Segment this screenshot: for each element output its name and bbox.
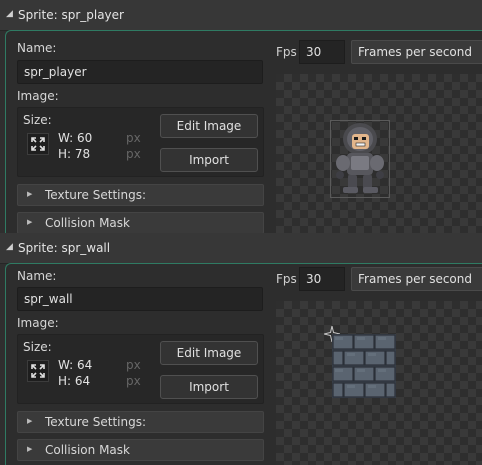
image-box: Size: W: 64 H: 64 px px Edit Image Impor… (17, 334, 264, 404)
window-title: Sprite: spr_player (18, 8, 124, 22)
size-label: Size: (23, 340, 52, 354)
collision-mask-header[interactable]: ▶ Collision Mask (17, 439, 264, 461)
import-button[interactable]: Import (160, 375, 258, 399)
image-label: Image: (17, 89, 59, 103)
width-value: W: 64 (58, 358, 93, 372)
fps-mode-select[interactable]: Frames per second (351, 40, 482, 64)
sprite-editor-panel: Name: spr_player Image: Size: W: 60 H: 7… (5, 30, 482, 233)
sprite-canvas[interactable] (276, 74, 482, 233)
fps-mode-select[interactable]: Frames per second (351, 267, 482, 291)
collision-mask-label: Collision Mask (45, 443, 130, 457)
expand-arrow-icon: ▶ (27, 417, 33, 425)
width-value: W: 60 (58, 131, 93, 145)
sprite-window-wall: ◢ Sprite: spr_wall Name: spr_wall Image:… (0, 233, 482, 465)
fps-label: Fps (276, 45, 297, 59)
resize-icon[interactable] (27, 360, 49, 382)
sprite-window-player: ◢ Sprite: spr_player Name: spr_player Im… (0, 0, 482, 233)
texture-settings-header[interactable]: ▶ Texture Settings: (17, 411, 264, 433)
image-box: Size: W: 60 H: 78 px px Edit Image Impor… (17, 107, 264, 177)
window-titlebar[interactable]: ◢ Sprite: spr_wall (0, 233, 482, 264)
edit-image-button[interactable]: Edit Image (160, 341, 258, 365)
fps-input[interactable]: 30 (299, 40, 345, 64)
edit-image-button[interactable]: Edit Image (160, 114, 258, 138)
collapse-arrow-icon[interactable]: ◢ (6, 242, 13, 252)
collision-mask-header[interactable]: ▶ Collision Mask (17, 212, 264, 233)
texture-settings-label: Texture Settings: (45, 415, 147, 429)
expand-arrow-icon: ▶ (27, 190, 33, 198)
collision-mask-label: Collision Mask (45, 216, 130, 230)
frame-preview-area: Fps 30 Frames per second (272, 31, 482, 233)
stone-wall-sprite-icon (332, 334, 396, 398)
height-unit: px (126, 374, 141, 388)
knight-sprite-icon (336, 123, 384, 193)
sprite-name-input[interactable]: spr_wall (17, 287, 263, 311)
expand-arrow-icon: ▶ (27, 445, 33, 453)
height-value: H: 64 (58, 374, 91, 388)
image-label: Image: (17, 316, 59, 330)
width-unit: px (126, 131, 141, 145)
texture-settings-label: Texture Settings: (45, 188, 147, 202)
sprite-editor-panel: Name: spr_wall Image: Size: W: 64 H: 64 … (5, 263, 482, 465)
name-label: Name: (17, 269, 57, 283)
height-unit: px (126, 147, 141, 161)
resize-icon[interactable] (27, 133, 49, 155)
expand-arrow-icon: ▶ (27, 218, 33, 226)
name-label: Name: (17, 41, 57, 55)
window-titlebar[interactable]: ◢ Sprite: spr_player (0, 0, 482, 31)
width-unit: px (126, 358, 141, 372)
sprite-name-input[interactable]: spr_player (17, 60, 263, 84)
frame-preview-area: Fps 30 Frames per second (272, 264, 482, 465)
window-title: Sprite: spr_wall (18, 241, 111, 255)
size-label: Size: (23, 113, 52, 127)
import-button[interactable]: Import (160, 148, 258, 172)
fps-input[interactable]: 30 (299, 267, 345, 291)
height-value: H: 78 (58, 147, 91, 161)
texture-settings-header[interactable]: ▶ Texture Settings: (17, 184, 264, 206)
fps-label: Fps (276, 272, 297, 286)
sprite-canvas[interactable] (276, 301, 482, 465)
sprite-properties: Name: spr_wall Image: Size: W: 64 H: 64 … (6, 264, 272, 465)
collapse-arrow-icon[interactable]: ◢ (6, 9, 13, 19)
sprite-properties: Name: spr_player Image: Size: W: 60 H: 7… (6, 31, 272, 233)
sprite-preview (330, 120, 390, 198)
